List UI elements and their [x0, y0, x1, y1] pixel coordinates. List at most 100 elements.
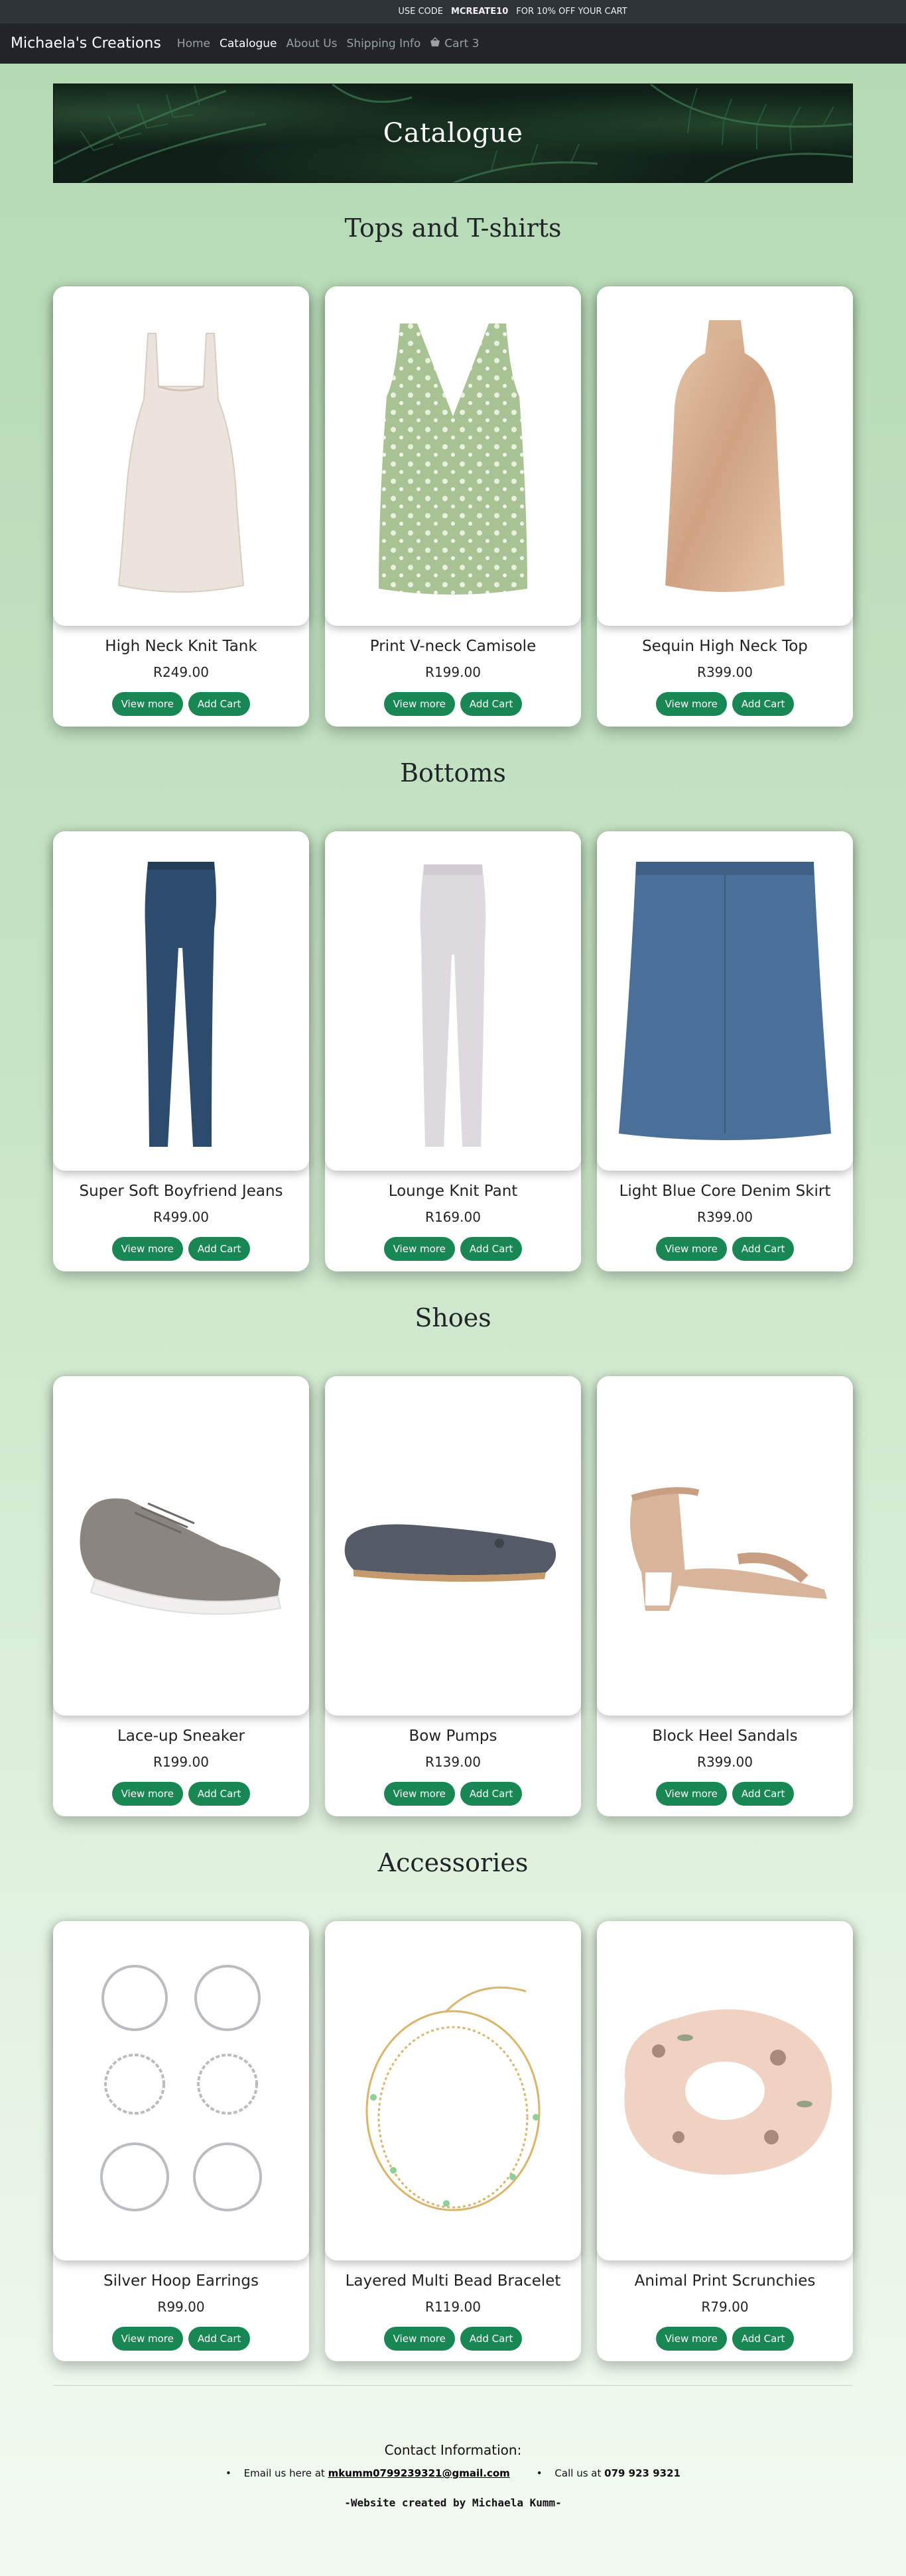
bracelet-image[interactable] [325, 1921, 581, 2260]
product-name: High Neck Knit Tank [105, 638, 257, 655]
website-credit: -Website created by Michaela Kumm- [344, 2496, 562, 2509]
promo-bar: USE CODE MCREATE10 FOR 10% OFF YOUR CART [0, 0, 906, 23]
nav-link-about-us[interactable]: About Us [287, 37, 338, 50]
add-cart-button[interactable]: Add Cart [188, 1782, 251, 1806]
product-name: Light Blue Core Denim Skirt [619, 1183, 831, 1200]
promo-code: MCREATE10 [451, 6, 509, 17]
section-title-shoes: Shoes [415, 1303, 491, 1332]
product-name: Layered Multi Bead Bracelet [345, 2272, 561, 2290]
contact-list: Email us here at mkumm0799239321@gmail.c… [0, 2467, 906, 2479]
banner-title: Catalogue [383, 118, 523, 148]
cart-label: Cart 3 [444, 36, 480, 50]
contact-email-item: Email us here at mkumm0799239321@gmail.c… [226, 2467, 510, 2479]
nav-link-home[interactable]: Home [177, 37, 210, 50]
contact-phone-item: Call us at 079 923 9321 [537, 2467, 680, 2479]
section-title-accessories: Accessories [377, 1848, 529, 1877]
add-cart-button[interactable]: Add Cart [732, 1782, 795, 1806]
product-price: R399.00 [697, 1754, 753, 1770]
product-card: Light Blue Core Denim Skirt R399.00 View… [597, 831, 853, 1271]
product-price: R169.00 [425, 1209, 481, 1225]
product-card: Lounge Knit Pant R169.00 View more Add C… [325, 831, 581, 1271]
navbar: Michaela's Creations Home Catalogue Abou… [0, 23, 906, 64]
footer-divider [53, 2385, 853, 2386]
product-card: Silver Hoop Earrings R99.00 View more Ad… [53, 1921, 309, 2361]
email-prefix: Email us here at [243, 2467, 325, 2479]
view-more-button[interactable]: View more [383, 2327, 455, 2351]
product-card: Animal Print Scrunchies R79.00 View more… [597, 1921, 853, 2361]
view-more-button[interactable]: View more [655, 1237, 727, 1261]
add-cart-button[interactable]: Add Cart [732, 692, 795, 716]
product-name: Silver Hoop Earrings [103, 2272, 259, 2290]
sandals-image[interactable] [597, 1376, 853, 1716]
scrunchies-image[interactable] [597, 1921, 853, 2260]
nav-link-cart[interactable]: Cart 3 [430, 36, 480, 50]
view-more-button[interactable]: View more [655, 2327, 727, 2351]
view-more-button[interactable]: View more [111, 692, 183, 716]
product-name: Sequin High Neck Top [642, 638, 808, 655]
hoop-earrings-image[interactable] [53, 1921, 309, 2260]
jeans-image[interactable] [53, 831, 309, 1171]
add-cart-button[interactable]: Add Cart [460, 692, 523, 716]
promo-prefix: USE CODE [398, 6, 443, 17]
catalogue-banner: Catalogue [53, 84, 853, 183]
promo-suffix: FOR 10% OFF YOUR CART [516, 6, 627, 17]
add-cart-button[interactable]: Add Cart [460, 1237, 523, 1261]
denim-skirt-image[interactable] [597, 831, 853, 1171]
product-price: R139.00 [425, 1754, 481, 1770]
product-card: High Neck Knit Tank R249.00 View more Ad… [53, 286, 309, 727]
view-more-button[interactable]: View more [383, 1782, 455, 1806]
product-card: Print V-neck Camisole R199.00 View more … [325, 286, 581, 727]
product-card: Sequin High Neck Top R399.00 View more A… [597, 286, 853, 727]
product-name: Bow Pumps [409, 1727, 497, 1745]
view-more-button[interactable]: View more [111, 1782, 183, 1806]
product-name: Animal Print Scrunchies [634, 2272, 816, 2290]
product-card: Lace-up Sneaker R199.00 View more Add Ca… [53, 1376, 309, 1816]
product-name: Lace-up Sneaker [117, 1727, 245, 1745]
product-price: R199.00 [153, 1754, 209, 1770]
product-name: Super Soft Boyfriend Jeans [79, 1183, 283, 1200]
add-cart-button[interactable]: Add Cart [188, 1237, 251, 1261]
nav-link-catalogue[interactable]: Catalogue [220, 37, 277, 50]
view-more-button[interactable]: View more [383, 1237, 455, 1261]
bow-pumps-image[interactable] [325, 1376, 581, 1716]
product-price: R199.00 [425, 664, 481, 680]
add-cart-button[interactable]: Add Cart [188, 692, 251, 716]
shopping-basket-icon [430, 36, 440, 50]
product-price: R249.00 [153, 664, 209, 680]
product-card: Block Heel Sandals R399.00 View more Add… [597, 1376, 853, 1816]
section-title-bottoms: Bottoms [400, 758, 506, 788]
sequin-top-image[interactable] [597, 286, 853, 626]
add-cart-button[interactable]: Add Cart [188, 2327, 251, 2351]
product-name: Block Heel Sandals [652, 1727, 798, 1745]
product-card: Bow Pumps R139.00 View more Add Cart [325, 1376, 581, 1816]
view-more-button[interactable]: View more [111, 2327, 183, 2351]
add-cart-button[interactable]: Add Cart [460, 2327, 523, 2351]
nav-link-shipping-info[interactable]: Shipping Info [347, 37, 421, 50]
product-price: R119.00 [425, 2299, 481, 2315]
product-name: Print V-neck Camisole [369, 638, 537, 655]
add-cart-button[interactable]: Add Cart [460, 1782, 523, 1806]
view-more-button[interactable]: View more [655, 1782, 727, 1806]
lounge-pant-image[interactable] [325, 831, 581, 1171]
product-name: Lounge Knit Pant [388, 1183, 518, 1200]
product-card: Super Soft Boyfriend Jeans R499.00 View … [53, 831, 309, 1271]
product-card: Layered Multi Bead Bracelet R119.00 View… [325, 1921, 581, 2361]
product-price: R79.00 [701, 2299, 749, 2315]
section-title-tops: Tops and T-shirts [344, 213, 562, 243]
add-cart-button[interactable]: Add Cart [732, 1237, 795, 1261]
view-more-button[interactable]: View more [655, 692, 727, 716]
add-cart-button[interactable]: Add Cart [732, 2327, 795, 2351]
product-price: R99.00 [157, 2299, 205, 2315]
sneaker-image[interactable] [53, 1376, 309, 1716]
phone-prefix: Call us at [554, 2467, 602, 2479]
camisole-image[interactable] [325, 286, 581, 626]
view-more-button[interactable]: View more [383, 692, 455, 716]
product-price: R399.00 [697, 1209, 753, 1225]
view-more-button[interactable]: View more [111, 1237, 183, 1261]
knit-tank-image[interactable] [53, 286, 309, 626]
product-price: R499.00 [153, 1209, 209, 1225]
contact-title: Contact Information: [384, 2442, 522, 2458]
brand-link[interactable]: Michaela's Creations [11, 35, 161, 52]
email-link[interactable]: mkumm0799239321@gmail.com [328, 2467, 510, 2479]
phone-number: 079 923 9321 [604, 2467, 680, 2479]
